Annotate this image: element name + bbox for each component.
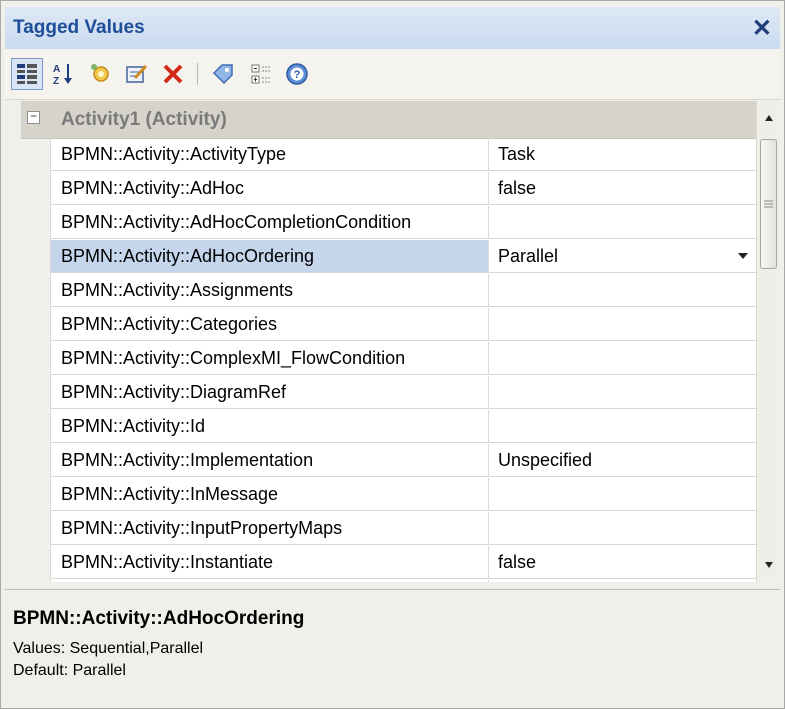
panel-title: Tagged Values [13, 17, 145, 38]
table-row[interactable]: BPMN::Activity::Instantiate false [21, 546, 756, 580]
tag-value-cell[interactable] [489, 410, 756, 443]
description-values: Values: Sequential,Parallel [13, 640, 204, 657]
tag-value-cell[interactable] [489, 376, 756, 409]
scroll-down-icon[interactable] [757, 548, 781, 582]
edit-notes-icon[interactable] [121, 58, 153, 90]
scroll-up-icon[interactable] [757, 101, 781, 135]
group-label: Activity1 (Activity) [61, 109, 227, 130]
table-row[interactable]: BPMN::Activity::Implementation Unspecifie… [21, 444, 756, 478]
tag-value-cell[interactable]: Task [489, 138, 756, 171]
tag-value-cell[interactable]: Parallel [489, 240, 756, 273]
table-row[interactable]: BPMN::Activity::InMessage [21, 478, 756, 512]
table-row[interactable]: BPMN::Activity::AdHocCompletionCondition [21, 206, 756, 240]
tag-value-cell[interactable] [489, 342, 756, 375]
property-grid: − Activity1 (Activity) BPMN::Activity::A… [21, 101, 756, 582]
tag-name-cell[interactable]: BPMN::Activity::Implementation [51, 444, 489, 477]
tag-name-cell[interactable]: BPMN::Activity::InMessage [51, 478, 489, 511]
tagged-values-panel: Tagged Values ✕ A Z ? − Activity1 (Activ… [0, 0, 785, 709]
sort-az-icon[interactable]: A Z [47, 58, 79, 90]
collapse-icon[interactable]: − [27, 110, 40, 124]
tag-value-text: false [498, 552, 537, 572]
svg-text:A: A [53, 64, 60, 75]
tag-name-cell[interactable]: BPMN::Activity::IOR_ules [51, 580, 489, 582]
tag-name-cell[interactable]: BPMN::Activity::ActivityType [51, 138, 489, 171]
svg-text:?: ? [294, 69, 301, 81]
tag-value-cell[interactable] [489, 274, 756, 307]
tag-value-text: Parallel [498, 246, 559, 266]
tag-name-cell[interactable]: BPMN::Activity::ComplexMI_FlowCondition [51, 342, 489, 375]
svg-text:Z: Z [53, 76, 59, 86]
table-row[interactable]: BPMN::Activity::ActivityType Task [21, 138, 756, 172]
tag-name-cell[interactable]: BPMN::Activity::InputPropertyMaps [51, 512, 489, 545]
table-row[interactable]: BPMN::Activity::AdHoc false [21, 172, 756, 206]
delete-icon[interactable] [157, 58, 189, 90]
tag-name-cell[interactable]: BPMN::Activity::Categories [51, 308, 489, 341]
tag-value-text: Unspecified [498, 450, 593, 470]
table-row[interactable]: BPMN::Activity::ComplexMI_FlowCondition [21, 342, 756, 376]
tag-name-cell[interactable]: BPMN::Activity::Id [51, 410, 489, 443]
table-row[interactable]: BPMN::Activity::Categories [21, 308, 756, 342]
tag-name-cell[interactable]: BPMN::Activity::AdHocCompletionCondition [51, 206, 489, 239]
tag-name-cell[interactable]: BPMN::Activity::AdHoc [51, 172, 489, 205]
tag-value-text: Task [498, 144, 536, 164]
expand-collapse-icon[interactable] [245, 58, 277, 90]
table-row[interactable]: BPMN::Activity::AdHocOrdering Parallel [21, 240, 756, 274]
scrollbar-thumb[interactable] [760, 139, 777, 269]
tag-value-cell[interactable] [489, 512, 756, 545]
tag-value-cell[interactable] [489, 308, 756, 341]
description-title: BPMN::Activity::AdHocOrdering [13, 608, 305, 629]
table-row[interactable]: BPMN::Activity::IOR_ules [21, 580, 756, 582]
categorized-view-icon[interactable] [11, 58, 43, 90]
tag-name-cell[interactable]: BPMN::Activity::DiagramRef [51, 376, 489, 409]
grid-left-margin [5, 101, 21, 582]
tag-value-cell[interactable]: Unspecified [489, 444, 756, 477]
help-icon[interactable]: ? [281, 58, 313, 90]
toolbar: A Z ? [5, 49, 780, 100]
tag-value-cell[interactable] [489, 580, 756, 582]
table-row[interactable]: BPMN::Activity::DiagramRef [21, 376, 756, 410]
toolbar-separator [197, 63, 198, 85]
tag-name-cell[interactable]: BPMN::Activity::AdHocOrdering [51, 240, 489, 273]
table-row[interactable]: BPMN::Activity::Id [21, 410, 756, 444]
group-header-activity1[interactable]: − Activity1 (Activity) [21, 101, 756, 139]
vertical-scrollbar[interactable] [756, 101, 780, 582]
dropdown-arrow-icon[interactable] [738, 253, 748, 259]
table-row[interactable]: BPMN::Activity::InputPropertyMaps [21, 512, 756, 546]
tag-name-cell[interactable]: BPMN::Activity::Assignments [51, 274, 489, 307]
tag-name-cell[interactable]: BPMN::Activity::Instantiate [51, 546, 489, 579]
description-pane: BPMN::Activity::AdHocOrdering Values: Se… [5, 589, 780, 705]
description-default: Default: Parallel [13, 662, 126, 679]
tag-value-cell[interactable]: false [489, 172, 756, 205]
tag-value-cell[interactable] [489, 478, 756, 511]
tag-value-text: false [498, 178, 537, 198]
tag-value-cell[interactable] [489, 206, 756, 239]
tag-icon[interactable] [207, 58, 239, 90]
new-tag-icon[interactable] [85, 58, 117, 90]
close-icon[interactable]: ✕ [752, 14, 772, 43]
table-row[interactable]: BPMN::Activity::Assignments [21, 274, 756, 308]
tag-value-cell[interactable]: false [489, 546, 756, 579]
panel-titlebar: Tagged Values ✕ [5, 7, 780, 49]
